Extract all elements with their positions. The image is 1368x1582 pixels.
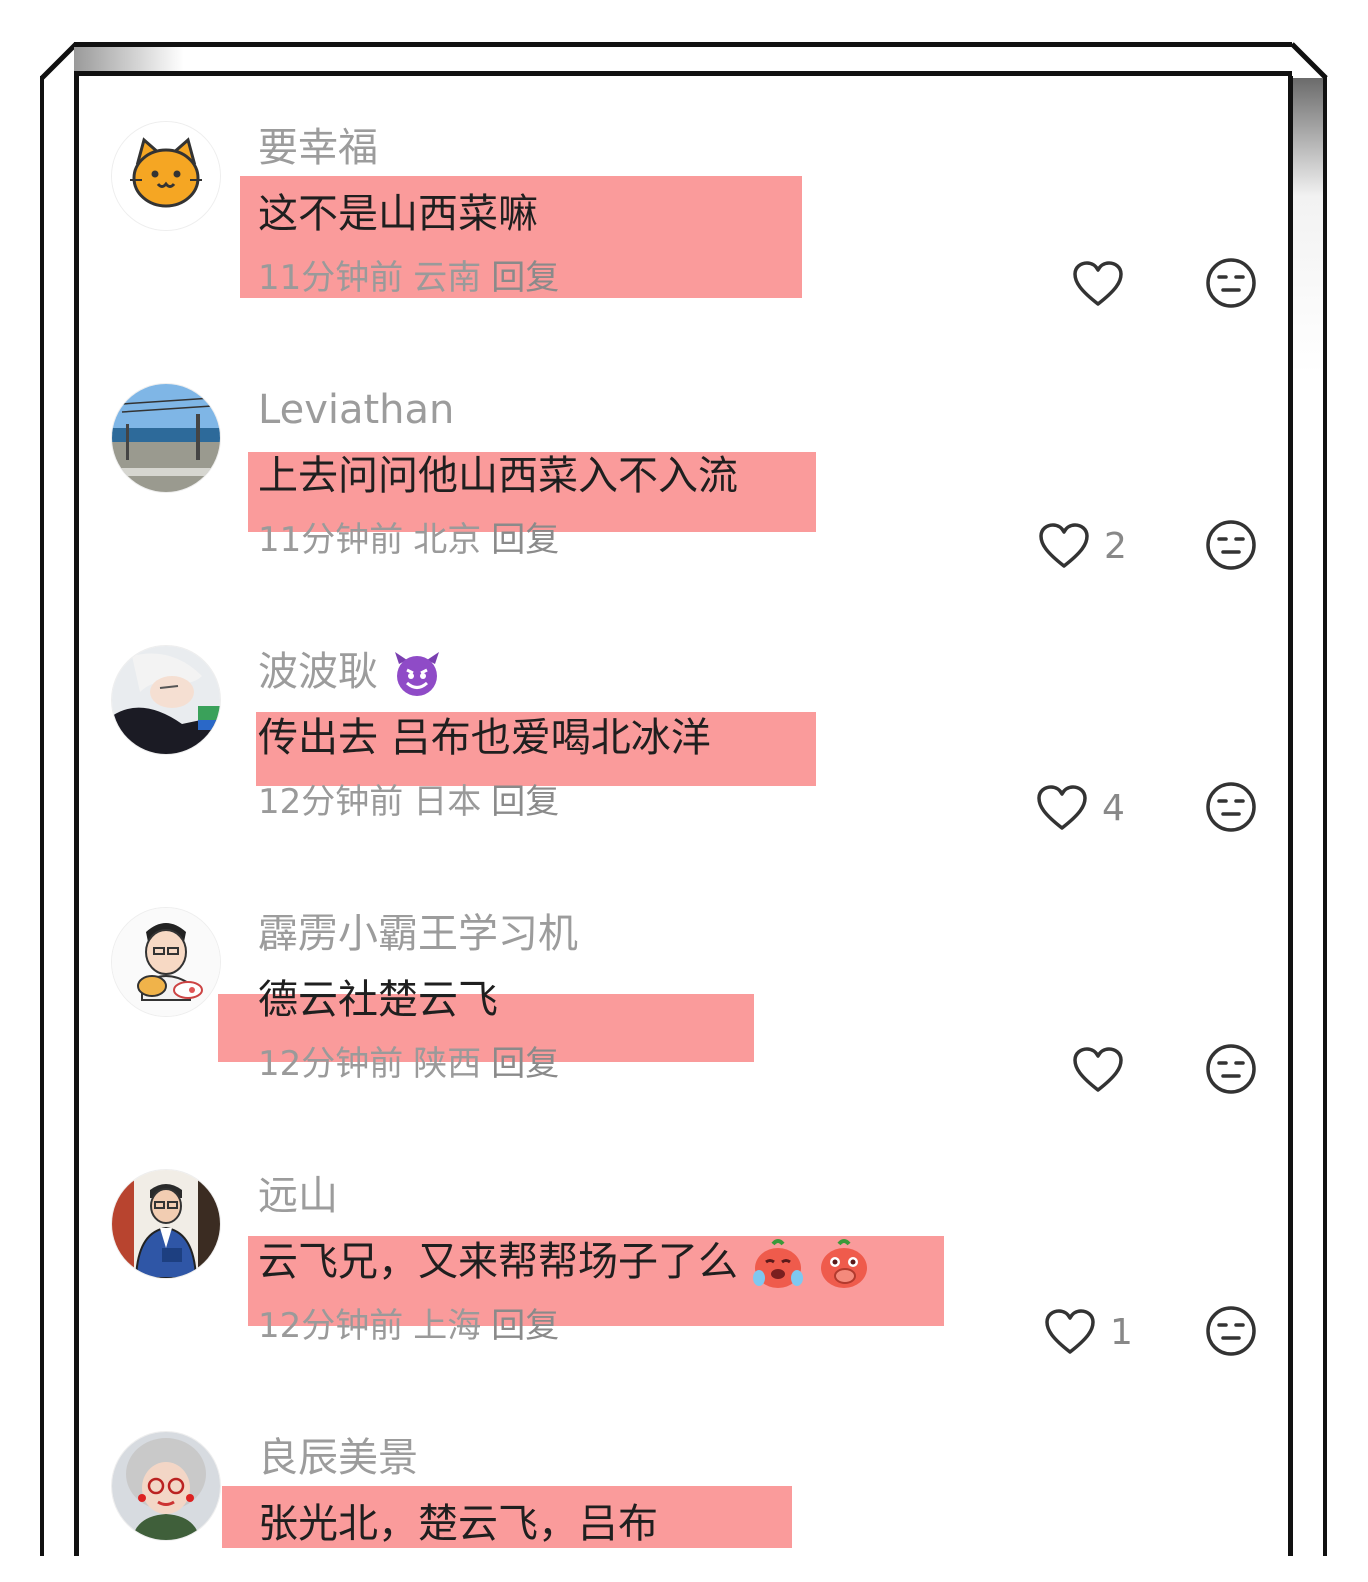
like-count: 1 [1110,1311,1133,1353]
reply-button[interactable]: 回复 [491,520,559,560]
comment-username[interactable]: 良辰美景 [258,1434,418,1482]
comment-text: 云飞兄，又来帮帮场子了么 [258,1238,871,1290]
comment-username[interactable]: 霹雳小霸王学习机 [258,910,578,958]
comment-text: 德云社楚云飞 [258,977,498,1023]
heart-outline-icon [1045,1309,1095,1354]
cartoon-man-avatar[interactable] [112,908,220,1016]
comment-meta: 12分钟前 上海 回复 [258,1304,569,1348]
reply-button[interactable]: 回复 [491,782,559,822]
neutral-face-icon[interactable] [1204,780,1258,834]
comment-item: 要幸福 这不是山西菜嘛 11分钟前 云南 回复 [0,122,1368,384]
comment-username[interactable]: 波波耿 [258,648,443,698]
comment-location: 北京 [413,520,482,560]
comment-username-text: 波波耿 [258,649,378,695]
comment-meta: 12分钟前 陕西 回复 [258,1042,569,1086]
covering-mouth-emoji [821,1239,868,1288]
neutral-face-icon[interactable] [1204,1304,1258,1358]
comment-username[interactable]: 远山 [258,1172,338,1220]
comment-location: 上海 [413,1306,482,1346]
comment-item: 远山 云飞兄，又来帮帮场子了么 12分钟前 上海 回复 1 [0,1170,1368,1432]
comment-item: 波波耿 传出去 吕布也爱喝北冰洋 12分钟前 日本 回复 4 [0,646,1368,908]
comment-item: 良辰美景 张光北，楚云飞，吕布 [0,1432,1368,1548]
heart-outline-icon [1037,785,1087,830]
frame-top [74,42,1292,76]
comment-text: 张光北，楚云飞，吕布 [258,1501,658,1547]
like-count: 4 [1102,787,1125,829]
like-button[interactable]: 1 [1044,1306,1133,1358]
comment-time: 12分钟前 [258,782,404,822]
like-button[interactable]: 2 [1038,520,1127,572]
heart-outline-icon [1039,523,1089,568]
comment-location: 日本 [413,782,482,822]
comment-meta: 11分钟前 北京 回复 [258,518,569,562]
seaside-photo-avatar[interactable] [112,384,220,492]
comment-time: 11分钟前 [258,520,404,560]
comment-meta: 12分钟前 日本 回复 [258,780,569,824]
comment-time: 12分钟前 [258,1306,404,1346]
neutral-face-icon[interactable] [1204,256,1258,310]
reply-button[interactable]: 回复 [491,1306,559,1346]
heart-outline-icon [1073,261,1123,306]
comment-location: 陕西 [413,1044,482,1084]
comment-text-content: 云飞兄，又来帮帮场子了么 [258,1239,738,1285]
crying-emoji [752,1239,803,1288]
grandma-avatar[interactable] [112,1432,220,1540]
reply-button[interactable]: 回复 [491,258,559,298]
cartoon-suit-man-avatar[interactable] [112,1170,220,1278]
comment-time: 12分钟前 [258,1044,404,1084]
comment-meta: 11分钟前 云南 回复 [258,256,569,300]
heart-outline-icon [1073,1047,1123,1092]
comment-time: 11分钟前 [258,258,404,298]
like-button[interactable] [1072,1044,1138,1096]
comment-location: 云南 [413,258,482,298]
like-button[interactable]: 4 [1036,782,1125,834]
purple-devil-emoji [394,652,439,696]
comment-text: 上去问问他山西菜入不入流 [258,453,738,499]
comment-item: Leviathan 上去问问他山西菜入不入流 11分钟前 北京 回复 2 [0,384,1368,646]
comment-username[interactable]: Leviathan [258,386,454,434]
comment-username[interactable]: 要幸福 [258,124,378,172]
cat-avatar-icon[interactable] [112,122,220,230]
like-button[interactable] [1072,258,1138,310]
comment-item: 霹雳小霸王学习机 德云社楚云飞 12分钟前 陕西 回复 [0,908,1368,1170]
reply-button[interactable]: 回复 [491,1044,559,1084]
comment-text: 传出去 吕布也爱喝北冰洋 [258,715,711,761]
comment-text: 这不是山西菜嘛 [258,191,538,237]
neutral-face-icon[interactable] [1204,518,1258,572]
like-count: 2 [1104,525,1127,567]
anime-character-avatar[interactable] [112,646,220,754]
neutral-face-icon[interactable] [1204,1042,1258,1096]
